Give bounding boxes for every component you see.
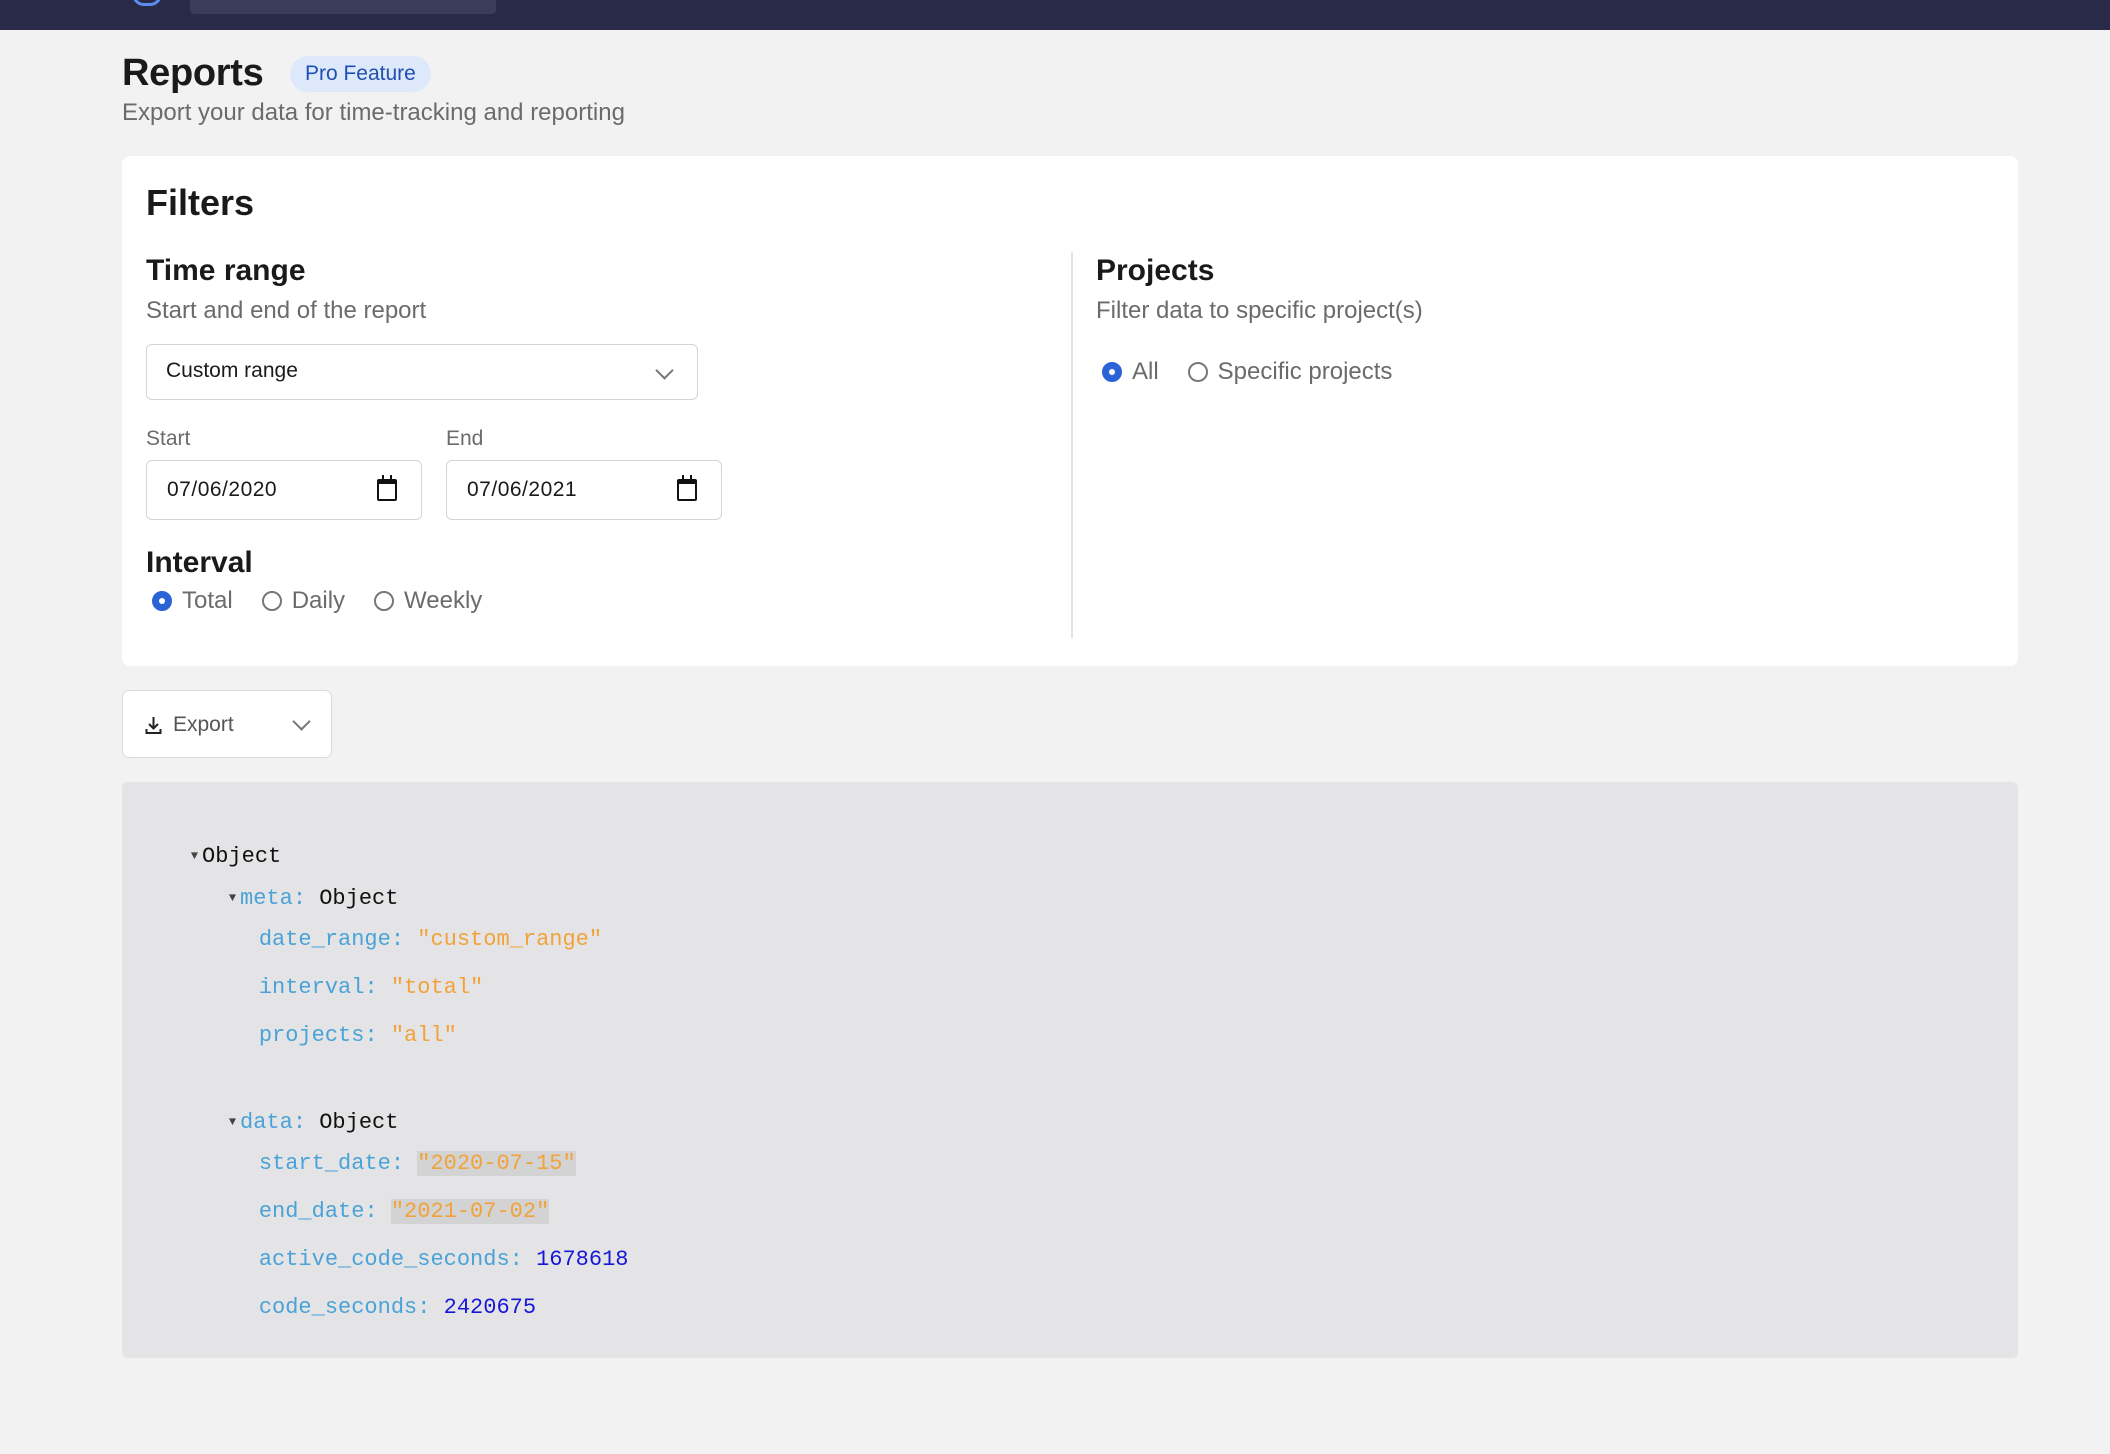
chevron-down-icon bbox=[655, 361, 674, 380]
projects-radio-all[interactable] bbox=[1102, 362, 1122, 382]
page-title: Reports bbox=[122, 52, 264, 94]
time-range-select[interactable]: Custom range bbox=[146, 344, 698, 400]
end-date-input[interactable]: 07/06/2021 bbox=[446, 460, 722, 520]
page-header: Reports Pro Feature bbox=[122, 52, 431, 95]
logo-icon[interactable] bbox=[132, 0, 162, 6]
export-label: Export bbox=[173, 713, 234, 736]
interval-radio-weekly[interactable] bbox=[374, 591, 395, 611]
filters-title: Filters bbox=[146, 182, 255, 223]
download-icon bbox=[145, 717, 162, 734]
time-range-title: Time range bbox=[146, 254, 306, 287]
interval-title: Interval bbox=[146, 546, 253, 579]
interval-label-daily[interactable]: Daily bbox=[292, 587, 345, 615]
start-date-input[interactable]: 07/06/2020 bbox=[146, 460, 422, 520]
calendar-icon[interactable] bbox=[377, 475, 397, 501]
json-viewer: ▼ Object ▼ meta: Object date_range: "custo… bbox=[122, 782, 2018, 1358]
interval-label-total[interactable]: Total bbox=[182, 587, 233, 615]
interval-radio-daily[interactable] bbox=[261, 591, 282, 611]
export-button[interactable]: Export bbox=[122, 690, 332, 758]
end-label: End bbox=[446, 427, 484, 450]
projects-title: Projects bbox=[1096, 254, 1215, 287]
projects-radio-group: All Specific projects bbox=[1102, 358, 1421, 386]
calendar-icon[interactable] bbox=[677, 475, 697, 501]
interval-label-weekly[interactable]: Weekly bbox=[404, 587, 482, 615]
time-range-subtitle: Start and end of the report bbox=[146, 297, 427, 324]
projects-label-all[interactable]: All bbox=[1132, 358, 1159, 386]
end-date-value: 07/06/2021 bbox=[467, 478, 578, 501]
page-subtitle: Export your data for time-tracking and r… bbox=[122, 99, 625, 126]
projects-radio-specific[interactable] bbox=[1187, 362, 1208, 382]
start-label: Start bbox=[146, 427, 191, 450]
json-meta-projects: projects: "all" bbox=[258, 1023, 457, 1048]
time-range-selected: Custom range bbox=[166, 359, 298, 382]
column-divider bbox=[1071, 252, 1073, 638]
projects-label-specific[interactable]: Specific projects bbox=[1218, 358, 1393, 386]
filters-card: Filters Time range Start and end of the … bbox=[122, 156, 2018, 666]
projects-subtitle: Filter data to specific project(s) bbox=[1096, 297, 1423, 324]
start-date-value: 07/06/2020 bbox=[167, 478, 278, 501]
pro-feature-badge: Pro Feature bbox=[289, 55, 431, 92]
interval-radio-group: Total Daily Weekly bbox=[152, 587, 511, 615]
interval-radio-total[interactable] bbox=[152, 591, 172, 611]
top-navbar bbox=[0, 0, 2110, 30]
json-data-code-seconds: code_seconds: 2420675 bbox=[258, 1295, 537, 1320]
chevron-down-icon bbox=[292, 712, 311, 731]
search-input[interactable] bbox=[190, 0, 496, 14]
